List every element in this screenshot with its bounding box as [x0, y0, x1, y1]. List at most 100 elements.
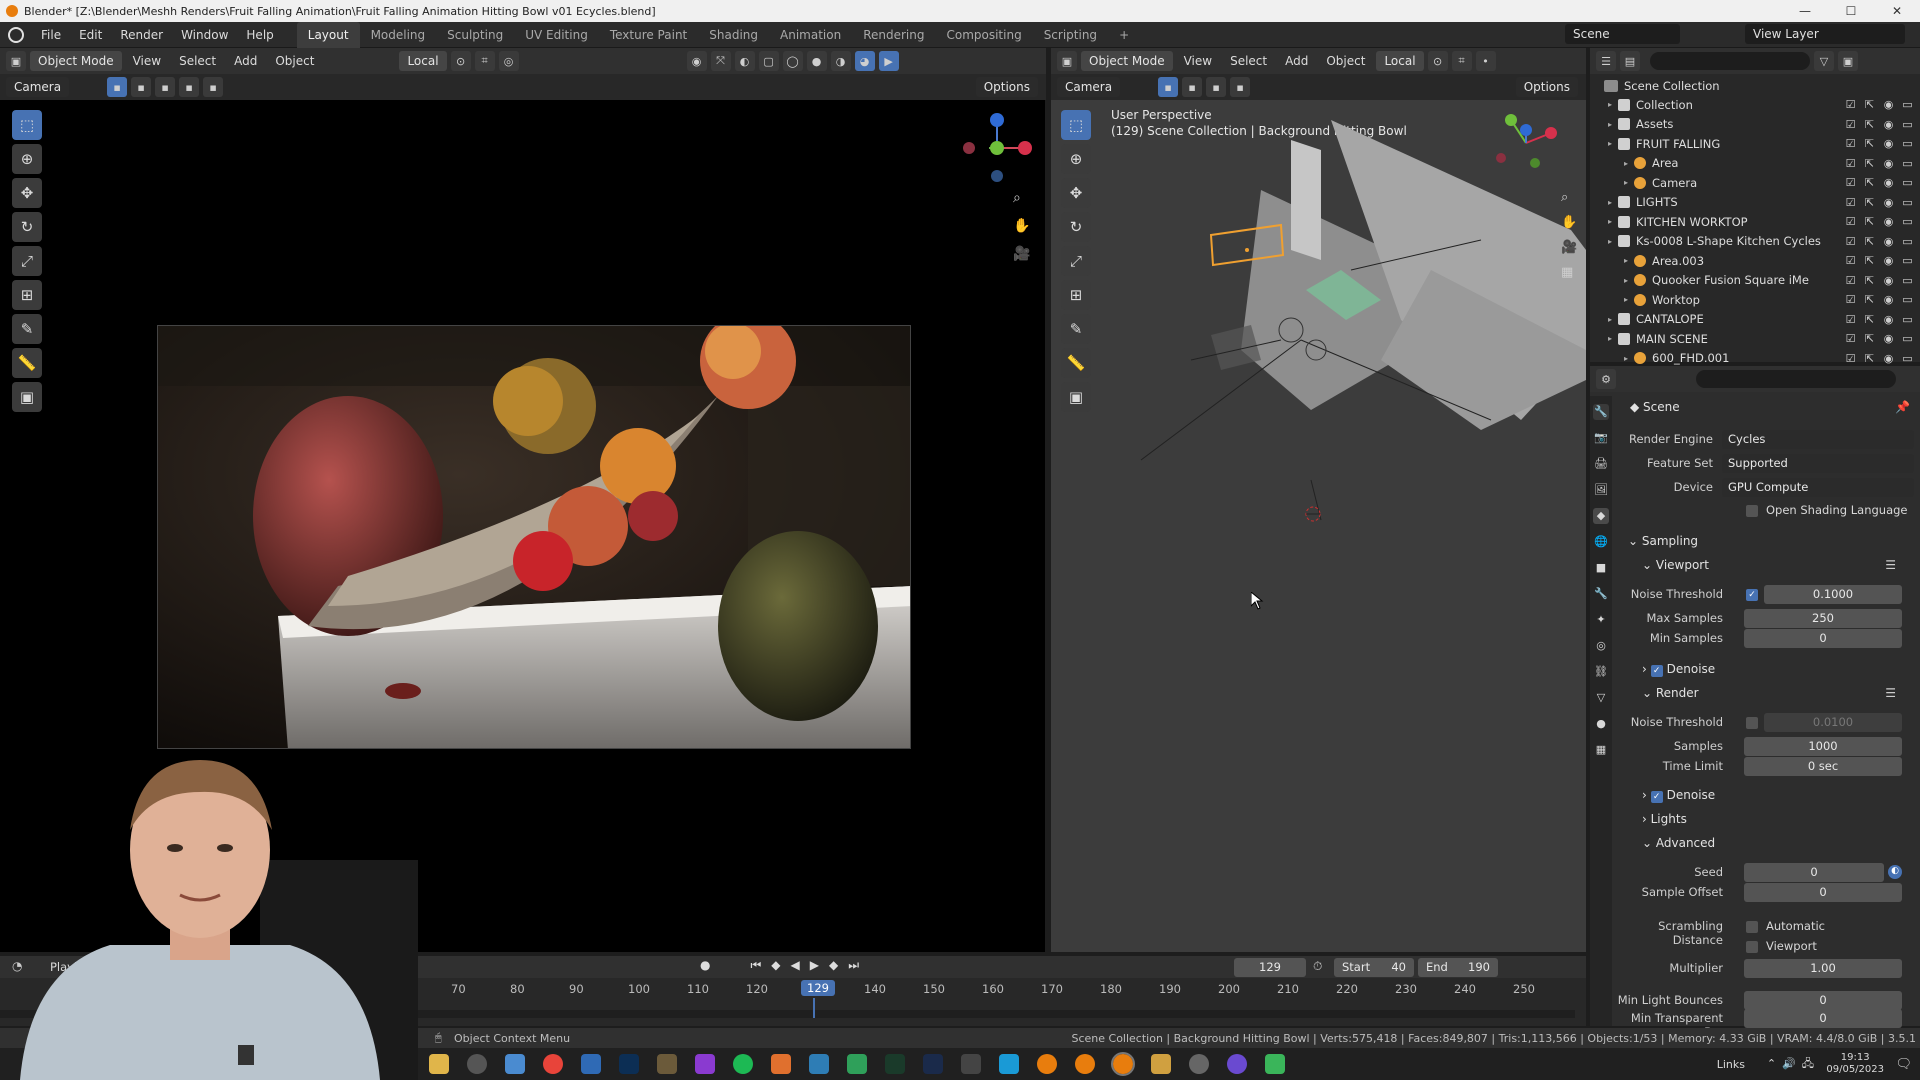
- outliner-row[interactable]: ▸ Quooker Fusion Square iMe ☑ ⇱ ◉ ▭: [1590, 271, 1920, 290]
- render-toggle-icon[interactable]: ▭: [1901, 254, 1914, 267]
- right-select-mode-icon[interactable]: ▪: [1158, 77, 1179, 97]
- render-toggle-icon[interactable]: ▭: [1901, 137, 1914, 150]
- r-denoise-checkbox[interactable]: ✓: [1650, 791, 1663, 803]
- min-light-bounces-field[interactable]: 0: [1744, 991, 1902, 1010]
- advanced-subsection[interactable]: ⌄ Advanced: [1642, 836, 1715, 850]
- blender-taskbar-icon-2[interactable]: [1075, 1054, 1095, 1074]
- expand-arrow-icon[interactable]: ▸: [1624, 256, 1634, 265]
- right-snap-icon[interactable]: ⌗: [1451, 51, 1472, 71]
- menu-file[interactable]: File: [32, 22, 70, 48]
- menu-render[interactable]: Render: [111, 22, 172, 48]
- tab-layout[interactable]: Layout: [296, 21, 360, 48]
- render-toggle-icon[interactable]: ▭: [1901, 313, 1914, 326]
- eye-toggle-icon[interactable]: ◉: [1882, 157, 1895, 170]
- move-tool-icon[interactable]: ✥: [12, 178, 42, 208]
- tab-sculpting[interactable]: Sculpting: [436, 22, 514, 48]
- outliner-display-mode-icon[interactable]: ▤: [1620, 51, 1640, 71]
- select-toggle-icon[interactable]: ⇱: [1863, 293, 1876, 306]
- rendered-shading-icon[interactable]: ◕: [854, 51, 875, 71]
- links-toolbar[interactable]: Links: [1717, 1058, 1745, 1071]
- eye-toggle-icon[interactable]: ◉: [1882, 215, 1895, 228]
- editor-type-icon[interactable]: ▣: [6, 51, 26, 71]
- edge-icon[interactable]: [467, 1054, 487, 1074]
- right-select-subtract-icon[interactable]: ▪: [1206, 77, 1227, 97]
- expand-arrow-icon[interactable]: ▸: [1624, 178, 1634, 187]
- checkbox-toggle-icon[interactable]: ☑: [1844, 215, 1857, 228]
- checkbox-toggle-icon[interactable]: ☑: [1844, 137, 1857, 150]
- right-menu-object[interactable]: Object: [1319, 54, 1372, 68]
- render-toggle-icon[interactable]: ▭: [1901, 274, 1914, 287]
- vp-max-samples-field[interactable]: 250: [1744, 609, 1902, 628]
- outliner-row[interactable]: ▸ 600_FHD.001 ☑ ⇱ ◉ ▭: [1590, 349, 1920, 368]
- wireframe-shading-icon[interactable]: ◯: [782, 51, 803, 71]
- checkbox-toggle-icon[interactable]: ☑: [1844, 332, 1857, 345]
- eye-toggle-icon[interactable]: ◉: [1882, 176, 1895, 189]
- eye-toggle-icon[interactable]: ◉: [1882, 352, 1895, 365]
- select-toggle-icon[interactable]: ⇱: [1863, 332, 1876, 345]
- right-pan-hand-icon[interactable]: ✋: [1561, 215, 1577, 230]
- view-layer-tab-icon[interactable]: 🖼: [1593, 482, 1609, 498]
- camera-view-icon[interactable]: 🎥: [1013, 246, 1030, 262]
- play-reverse-icon[interactable]: ◀: [791, 958, 800, 973]
- designer-icon[interactable]: [885, 1054, 905, 1074]
- select-toggle-icon[interactable]: ⇱: [1863, 352, 1876, 365]
- eye-toggle-icon[interactable]: ◉: [1882, 293, 1895, 306]
- texture-tab-icon[interactable]: ▦: [1593, 742, 1609, 758]
- expand-arrow-icon[interactable]: ▸: [1624, 159, 1634, 168]
- zoom-icon[interactable]: ⌕: [1013, 190, 1030, 206]
- visibility-icon[interactable]: ◉: [686, 51, 707, 71]
- gizmo-icon[interactable]: ⤧: [710, 51, 731, 71]
- jump-start-icon[interactable]: ⏮: [750, 958, 761, 973]
- right-pivot-icon[interactable]: ⊙: [1427, 51, 1448, 71]
- menu-edit[interactable]: Edit: [70, 22, 111, 48]
- checkbox-toggle-icon[interactable]: ☑: [1844, 352, 1857, 365]
- add-cube-tool-icon[interactable]: ▣: [12, 382, 42, 412]
- eye-toggle-icon[interactable]: ◉: [1882, 235, 1895, 248]
- material-shading-icon[interactable]: ◑: [830, 51, 851, 71]
- right-camera-dropdown[interactable]: Camera: [1057, 77, 1121, 97]
- spotify-icon[interactable]: [733, 1054, 753, 1074]
- seed-random-icon[interactable]: ◐: [1888, 865, 1902, 879]
- outliner-editor-icon[interactable]: ☰: [1596, 51, 1616, 71]
- outliner-filter-icon[interactable]: ▽: [1814, 51, 1834, 71]
- render-toggle-icon[interactable]: ▭: [1901, 118, 1914, 131]
- seed-field[interactable]: 0: [1744, 863, 1884, 882]
- transform-tool-icon[interactable]: ⊞: [12, 280, 42, 310]
- checkbox-toggle-icon[interactable]: ☑: [1844, 293, 1857, 306]
- minimize-button[interactable]: —: [1782, 0, 1828, 22]
- play-app-icon[interactable]: [1265, 1054, 1285, 1074]
- measure-tool-icon[interactable]: 📏: [12, 348, 42, 378]
- outliner-row[interactable]: ▸ Camera ☑ ⇱ ◉ ▭: [1590, 173, 1920, 192]
- lights-subsection[interactable]: › Lights: [1642, 812, 1687, 826]
- notes-icon[interactable]: [657, 1054, 677, 1074]
- outliner-row[interactable]: ▸ CANTALOPE ☑ ⇱ ◉ ▭: [1590, 310, 1920, 329]
- render-engine-dropdown[interactable]: Cycles: [1722, 430, 1914, 449]
- chrome-icon[interactable]: [543, 1054, 563, 1074]
- file-explorer-icon[interactable]: [429, 1054, 449, 1074]
- maximize-button[interactable]: ☐: [1828, 0, 1874, 22]
- select-toggle-icon[interactable]: ⇱: [1863, 137, 1876, 150]
- render-toggle-icon[interactable]: ▭: [1901, 235, 1914, 248]
- pan-hand-icon[interactable]: ✋: [1013, 218, 1030, 234]
- proportional-edit-icon[interactable]: ◎: [498, 51, 519, 71]
- tab-shading[interactable]: Shading: [698, 22, 769, 48]
- app-purple-icon[interactable]: [695, 1054, 715, 1074]
- tab-rendering[interactable]: Rendering: [852, 22, 935, 48]
- app-c-icon[interactable]: [999, 1054, 1019, 1074]
- scene-selector[interactable]: Scene: [1565, 24, 1680, 44]
- material-tab-icon[interactable]: ●: [1593, 716, 1609, 732]
- menu-help[interactable]: Help: [237, 22, 282, 48]
- box-app-icon[interactable]: [771, 1054, 791, 1074]
- properties-editor-icon[interactable]: ⚙: [1596, 369, 1616, 389]
- select-toggle-icon[interactable]: ⇱: [1863, 215, 1876, 228]
- prev-keyframe-icon[interactable]: ◆: [771, 958, 780, 973]
- outliner-row[interactable]: ▸ Collection ☑ ⇱ ◉ ▭: [1590, 95, 1920, 114]
- right-editor-type-icon[interactable]: ▣: [1057, 51, 1077, 71]
- eye-toggle-icon[interactable]: ◉: [1882, 98, 1895, 111]
- notifications-icon[interactable]: 🗨: [1895, 1057, 1912, 1072]
- outliner-row[interactable]: ▸ FRUIT FALLING ☑ ⇱ ◉ ▭: [1590, 134, 1920, 153]
- select-invert-icon[interactable]: ▪: [179, 77, 200, 97]
- stopwatch-icon[interactable]: ⏱: [1313, 959, 1322, 974]
- render-toggle-icon[interactable]: ▭: [1901, 157, 1914, 170]
- checkbox-toggle-icon[interactable]: ☑: [1844, 313, 1857, 326]
